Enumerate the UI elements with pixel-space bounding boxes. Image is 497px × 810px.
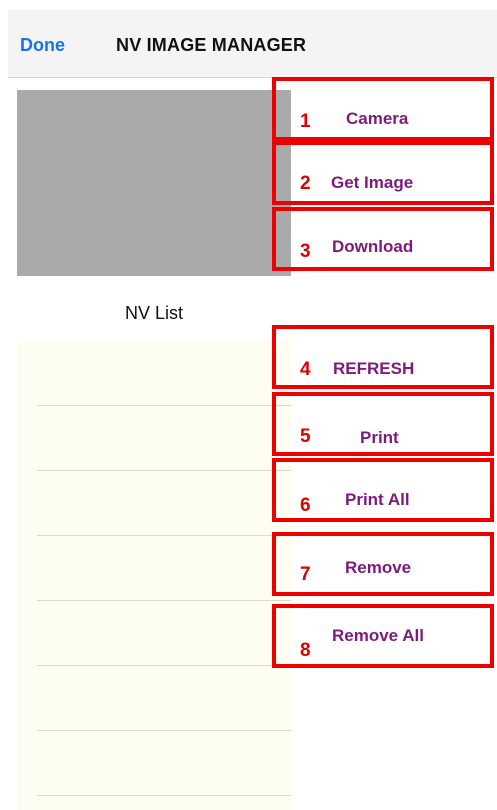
action-label: Print bbox=[360, 428, 399, 447]
list-row-divider bbox=[37, 730, 291, 731]
list-row-divider bbox=[37, 535, 291, 536]
refresh-button[interactable]: 4 REFRESH bbox=[272, 325, 494, 389]
action-label: Download bbox=[332, 237, 414, 256]
action-number: 8 bbox=[300, 640, 311, 661]
print-button[interactable]: 5 Print bbox=[272, 392, 494, 456]
action-number: 4 bbox=[300, 359, 311, 380]
remove-button[interactable]: 7 Remove bbox=[272, 532, 494, 596]
list-row-divider bbox=[37, 795, 291, 796]
done-button[interactable]: Done bbox=[20, 35, 65, 56]
list-row-divider bbox=[37, 470, 291, 471]
action-label: Get Image bbox=[331, 173, 414, 192]
action-number: 7 bbox=[300, 564, 311, 585]
remove-all-button[interactable]: 8 Remove All bbox=[272, 604, 494, 668]
action-label: Remove bbox=[345, 558, 412, 577]
action-number: 3 bbox=[300, 241, 311, 262]
action-label: REFRESH bbox=[333, 359, 415, 378]
print-all-button[interactable]: 6 Print All bbox=[272, 458, 494, 522]
list-row-divider bbox=[37, 600, 291, 601]
camera-button[interactable]: 1 Camera bbox=[272, 77, 494, 141]
get-image-button[interactable]: 2 Get Image bbox=[272, 141, 494, 205]
action-number: 1 bbox=[300, 111, 311, 132]
action-number: 2 bbox=[300, 173, 311, 194]
nv-list[interactable] bbox=[17, 340, 291, 810]
list-title: NV List bbox=[124, 303, 184, 323]
list-row-divider bbox=[37, 665, 291, 666]
navigation-bar: Done NV IMAGE MANAGER bbox=[8, 10, 497, 78]
action-label: Remove All bbox=[332, 626, 424, 645]
list-row-divider bbox=[37, 405, 291, 406]
action-number: 6 bbox=[300, 495, 311, 516]
action-label: Print All bbox=[345, 490, 410, 509]
download-button[interactable]: 3 Download bbox=[272, 207, 494, 271]
page-title: NV IMAGE MANAGER bbox=[116, 35, 307, 55]
action-number: 5 bbox=[300, 426, 311, 447]
image-preview bbox=[17, 90, 291, 276]
action-label: Camera bbox=[346, 109, 409, 128]
